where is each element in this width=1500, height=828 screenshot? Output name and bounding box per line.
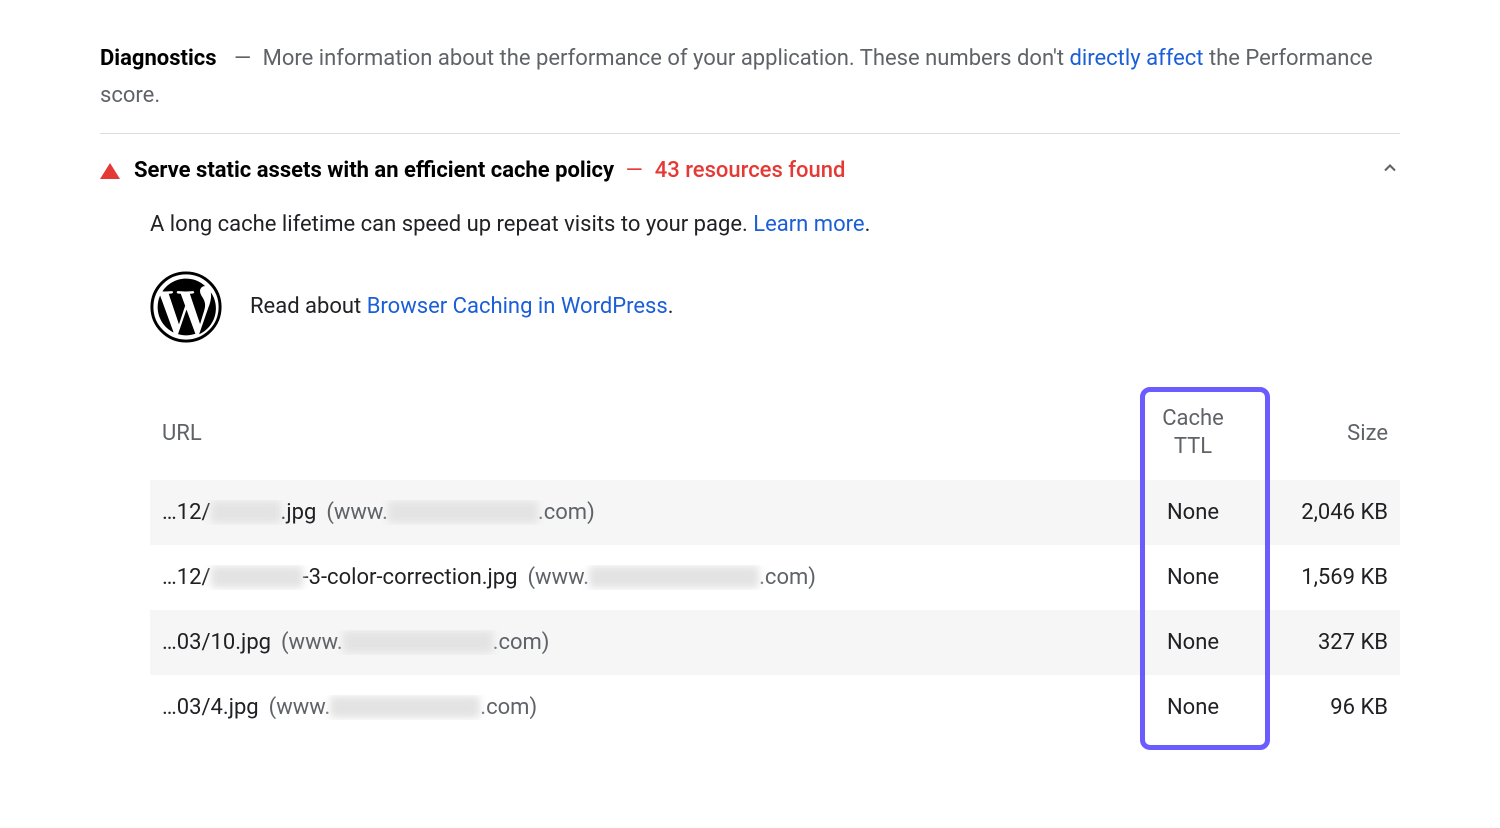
table-row: …03/10.jpg (www. .com) None 327 KB [150,610,1400,675]
url-suffix: -3-color-correction.jpg [303,565,518,590]
dom-prefix: (www. [528,565,590,590]
th-size: Size [1258,421,1388,446]
size-cell: 96 KB [1258,695,1388,720]
url-cell: …03/10.jpg (www. .com) [162,630,1128,655]
table-container: URL CacheTTL Size …12/ .jpg (www. .com) No… [150,387,1400,740]
dom-suffix: .com) [480,695,537,720]
table-row: …03/4.jpg (www. .com) None 96 KB [150,675,1400,740]
url-cell: …12/ .jpg (www. .com) [162,500,1128,525]
dom-prefix: (www. [326,500,388,525]
diagnostics-header: Diagnostics — More information about the… [100,40,1400,115]
section-desc-before: More information about the performance o… [263,46,1070,71]
fail-triangle-icon [100,163,120,179]
ttl-cell: None [1128,565,1258,590]
ttl-cell: None [1128,695,1258,720]
wordpress-icon [150,271,222,343]
section-divider [100,133,1400,134]
dom-prefix: (www. [281,630,343,655]
ttl-cell: None [1128,500,1258,525]
audit-count: 43 resources found [655,158,846,183]
table-row: …12/ -3-color-correction.jpg (www. .com) N… [150,545,1400,610]
learn-more-link[interactable]: Learn more [753,212,864,237]
url-cell: …12/ -3-color-correction.jpg (www. .com) [162,565,1128,590]
audit-count-sep: — [626,158,643,183]
th-url: URL [162,421,1128,446]
audit-title-wrap: Serve static assets with an efficient ca… [134,158,845,183]
wordpress-text: Read about Browser Caching in WordPress. [250,294,674,319]
ttl-cell: None [1128,630,1258,655]
dom-prefix: (www. [269,695,331,720]
audit-header-row[interactable]: Serve static assets with an efficient ca… [100,158,1400,184]
url-prefix: …03/10.jpg [162,630,271,655]
audit-title: Serve static assets with an efficient ca… [134,158,614,183]
dom-suffix: .com) [493,630,550,655]
th-cache-ttl: CacheTTL [1128,405,1258,462]
audit-body: A long cache lifetime can speed up repea… [150,212,1400,740]
wp-caching-link[interactable]: Browser Caching in WordPress [367,294,668,319]
wp-prefix: Read about [250,294,367,319]
url-prefix: …03/4.jpg [162,695,259,720]
dom-redacted [343,631,493,653]
table-row: …12/ .jpg (www. .com) None 2,046 KB [150,480,1400,545]
title-dash: — [234,46,251,71]
url-cell: …03/4.jpg (www. .com) [162,695,1128,720]
collapse-toggle[interactable] [1380,158,1400,184]
chevron-up-icon [1380,158,1400,178]
wordpress-tip: Read about Browser Caching in WordPress. [150,271,1400,343]
audit-description: A long cache lifetime can speed up repea… [150,212,1400,237]
directly-affect-link[interactable]: directly affect [1069,46,1203,71]
size-cell: 327 KB [1258,630,1388,655]
section-title: Diagnostics [100,46,217,71]
url-prefix: …12/ [162,565,211,590]
table-header: URL CacheTTL Size [150,387,1400,480]
url-prefix: …12/ [162,500,211,525]
url-suffix: .jpg [281,500,317,525]
dom-redacted [388,501,538,523]
size-cell: 2,046 KB [1258,500,1388,525]
url-redacted [211,566,303,588]
dom-redacted [330,696,480,718]
dom-suffix: .com) [759,565,816,590]
dom-redacted [589,566,759,588]
dom-suffix: .com) [538,500,595,525]
url-redacted [211,501,281,523]
size-cell: 1,569 KB [1258,565,1388,590]
audit-desc-text: A long cache lifetime can speed up repea… [150,212,753,237]
